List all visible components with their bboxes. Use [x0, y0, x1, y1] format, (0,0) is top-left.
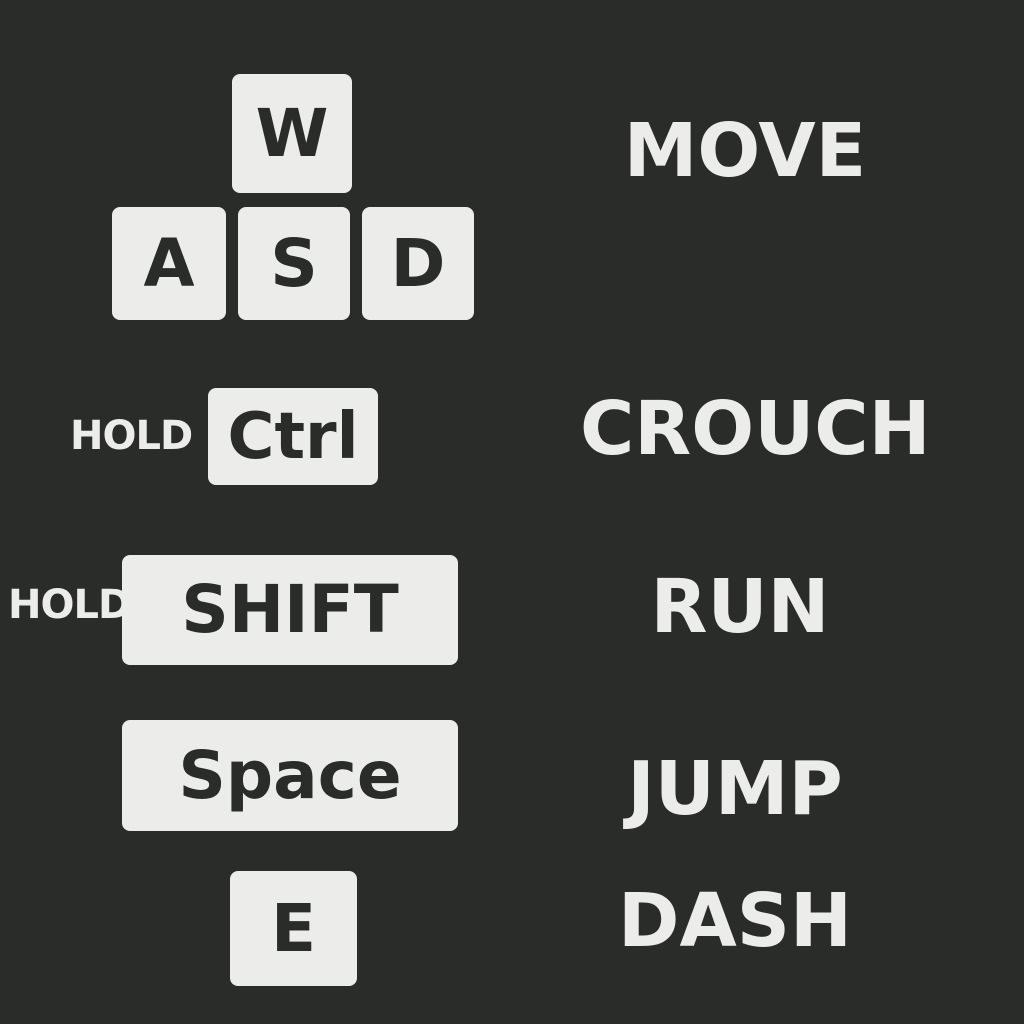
key-e: E — [230, 871, 357, 986]
key-shift: SHIFT — [122, 555, 458, 665]
key-s: S — [238, 207, 350, 320]
hold-modifier-label: HOLD — [70, 413, 193, 459]
action-label-dash: DASH — [618, 878, 852, 964]
action-label-move: MOVE — [623, 108, 867, 194]
key-space: Space — [122, 720, 458, 831]
hold-modifier-label: HOLD — [8, 582, 131, 628]
key-ctrl: Ctrl — [208, 388, 378, 485]
key-w: W — [232, 74, 352, 193]
key-d: D — [362, 207, 474, 320]
key-a: A — [112, 207, 226, 320]
action-label-jump: JUMP — [627, 746, 843, 832]
action-label-crouch: CROUCH — [580, 386, 931, 472]
action-label-run: RUN — [650, 564, 830, 650]
